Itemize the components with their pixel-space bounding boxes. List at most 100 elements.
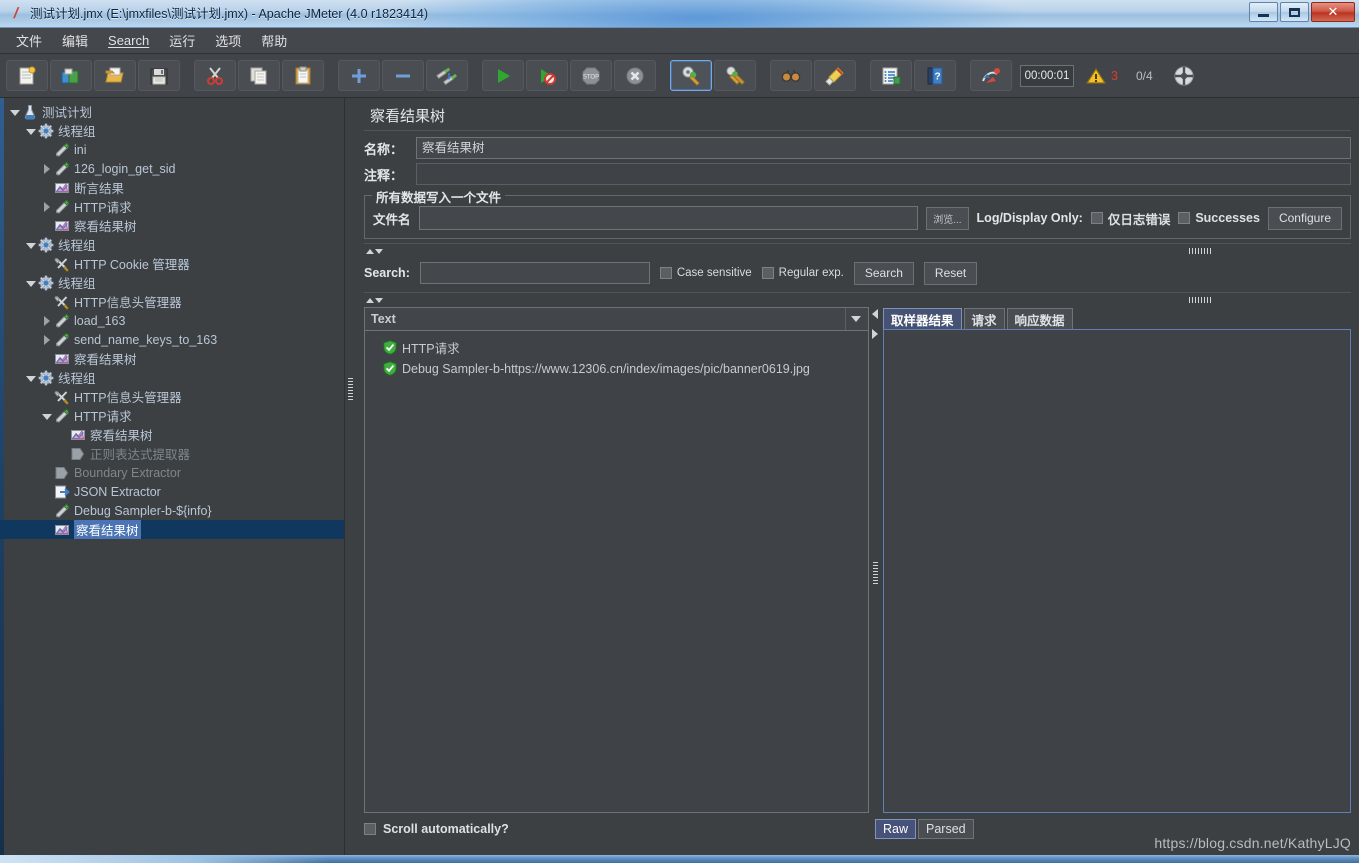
menu-options[interactable]: 选项	[207, 28, 249, 53]
filename-input[interactable]	[418, 206, 919, 230]
collapse-all-icon[interactable]	[382, 60, 424, 91]
undo-redo-icon[interactable]	[970, 60, 1012, 91]
scroll-automatically-box[interactable]	[364, 823, 376, 835]
comment-input[interactable]	[416, 163, 1351, 185]
toggle-icon[interactable]	[426, 60, 468, 91]
successes-box[interactable]	[1178, 212, 1191, 224]
tree-node-17[interactable]: 察看结果树	[0, 425, 344, 444]
tab-content-area[interactable]	[883, 329, 1351, 813]
tree-node-16[interactable]: HTTP请求	[0, 406, 344, 425]
expand-toggle-open-icon[interactable]	[24, 371, 38, 385]
case-sensitive-box[interactable]	[659, 267, 672, 279]
paste-icon[interactable]	[282, 60, 324, 91]
tree-node-15[interactable]: HTTP信息头管理器	[0, 387, 344, 406]
tree-node-22[interactable]: 察看结果树	[0, 520, 344, 539]
reset-button[interactable]: Reset	[923, 261, 978, 285]
test-plan-tree[interactable]: 测试计划 线程组 ini 126_login_get_sid 断言结果 HTTP请求 察看结…	[0, 98, 345, 855]
start-icon[interactable]	[482, 60, 524, 91]
collapse-right-icon[interactable]	[872, 329, 878, 339]
clear-icon[interactable]	[670, 60, 712, 91]
minimize-button[interactable]	[1249, 2, 1278, 22]
successes-checkbox[interactable]: Successes	[1178, 211, 1260, 225]
tree-node-8[interactable]: HTTP Cookie 管理器	[0, 254, 344, 273]
remote-status-icon[interactable]	[1163, 60, 1205, 91]
tab-sampler-result[interactable]: 取样器结果	[883, 308, 962, 329]
tree-node-3[interactable]: 126_login_get_sid	[0, 159, 344, 178]
tree-node-13[interactable]: 察看结果树	[0, 349, 344, 368]
browse-button[interactable]: 浏览...	[926, 206, 969, 230]
cut-icon[interactable]	[194, 60, 236, 91]
configure-button[interactable]: Configure	[1267, 206, 1342, 230]
tree-node-14[interactable]: 线程组	[0, 368, 344, 387]
expand-toggle-closed-icon[interactable]	[40, 162, 54, 176]
search-input[interactable]	[419, 262, 650, 284]
menu-file[interactable]: 文件	[8, 28, 50, 53]
function-helper-icon[interactable]	[870, 60, 912, 91]
collapse-left-icon[interactable]	[872, 309, 878, 319]
tree-node-10[interactable]: HTTP信息头管理器	[0, 292, 344, 311]
reset-search-icon[interactable]	[814, 60, 856, 91]
view-mode-parsed[interactable]: Parsed	[918, 819, 974, 839]
regex-box[interactable]	[761, 267, 774, 279]
shutdown-icon[interactable]	[614, 60, 656, 91]
tree-node-9[interactable]: 线程组	[0, 273, 344, 292]
tree-node-19[interactable]: Boundary Extractor	[0, 463, 344, 482]
search-button[interactable]: Search	[853, 261, 914, 285]
tree-node-20[interactable]: JSON Extractor	[0, 482, 344, 501]
expand-toggle-closed-icon[interactable]	[40, 314, 54, 328]
menu-run[interactable]: 运行	[161, 28, 203, 53]
tree-node-5[interactable]: HTTP请求	[0, 197, 344, 216]
errors-only-checkbox[interactable]: 仅日志错误	[1090, 209, 1170, 228]
menu-help[interactable]: 帮助	[253, 28, 295, 53]
expand-toggle-open-icon[interactable]	[24, 238, 38, 252]
clear-all-icon[interactable]	[714, 60, 756, 91]
templates-icon[interactable]	[50, 60, 92, 91]
collapse-divider-1[interactable]	[364, 243, 1351, 256]
collapse-divider-2[interactable]	[364, 292, 1351, 305]
stop-icon[interactable]: STOP	[570, 60, 612, 91]
expand-toggle-closed-icon[interactable]	[40, 333, 54, 347]
expand-toggle-open-icon[interactable]	[8, 105, 22, 119]
sample-result-row[interactable]: Debug Sampler-b-https://www.12306.cn/ind…	[365, 358, 868, 379]
start-no-pause-icon[interactable]	[526, 60, 568, 91]
close-button[interactable]: ✕	[1311, 2, 1355, 22]
regex-checkbox[interactable]: Regular exp.	[761, 267, 844, 279]
expand-toggle-closed-icon[interactable]	[40, 200, 54, 214]
tab-response-data[interactable]: 响应数据	[1006, 308, 1073, 329]
errors-only-box[interactable]	[1090, 212, 1103, 224]
copy-icon[interactable]	[238, 60, 280, 91]
menu-search[interactable]: Search	[100, 30, 157, 51]
maximize-button[interactable]	[1280, 2, 1309, 22]
menu-edit[interactable]: 编辑	[54, 28, 96, 53]
case-sensitive-checkbox[interactable]: Case sensitive	[659, 267, 752, 279]
help-icon[interactable]: ?	[914, 60, 956, 91]
tree-node-18[interactable]: 正则表达式提取器	[0, 444, 344, 463]
render-combo[interactable]: Text	[364, 307, 869, 331]
expand-toggle-open-icon[interactable]	[24, 124, 38, 138]
search-icon[interactable]	[770, 60, 812, 91]
sample-result-row[interactable]: HTTP请求	[365, 337, 868, 358]
sample-result-tree[interactable]: HTTP请求 Debug Sampler-b-https://www.12306.…	[364, 331, 869, 813]
new-icon[interactable]	[6, 60, 48, 91]
results-split-handle[interactable]	[869, 307, 883, 813]
tree-node-11[interactable]: load_163	[0, 311, 344, 330]
vertical-split-handle[interactable]	[345, 98, 356, 855]
tab-request[interactable]: 请求	[963, 308, 1005, 329]
tree-node-12[interactable]: send_name_keys_to_163	[0, 330, 344, 349]
expand-all-icon[interactable]	[338, 60, 380, 91]
warning-indicator[interactable]: 3	[1086, 67, 1118, 85]
tree-node-2[interactable]: ini	[0, 140, 344, 159]
open-icon[interactable]	[94, 60, 136, 91]
name-input[interactable]: 察看结果树	[416, 137, 1351, 159]
tree-node-0[interactable]: 测试计划	[0, 102, 344, 121]
tree-node-21[interactable]: Debug Sampler-b-${info}	[0, 501, 344, 520]
save-icon[interactable]	[138, 60, 180, 91]
expand-toggle-open-icon[interactable]	[40, 409, 54, 423]
tree-node-1[interactable]: 线程组	[0, 121, 344, 140]
view-mode-raw[interactable]: Raw	[875, 819, 917, 839]
expand-toggle-open-icon[interactable]	[24, 276, 38, 290]
tree-node-6[interactable]: 察看结果树	[0, 216, 344, 235]
chevron-down-icon[interactable]	[845, 308, 866, 330]
tree-node-7[interactable]: 线程组	[0, 235, 344, 254]
tree-node-4[interactable]: 断言结果	[0, 178, 344, 197]
